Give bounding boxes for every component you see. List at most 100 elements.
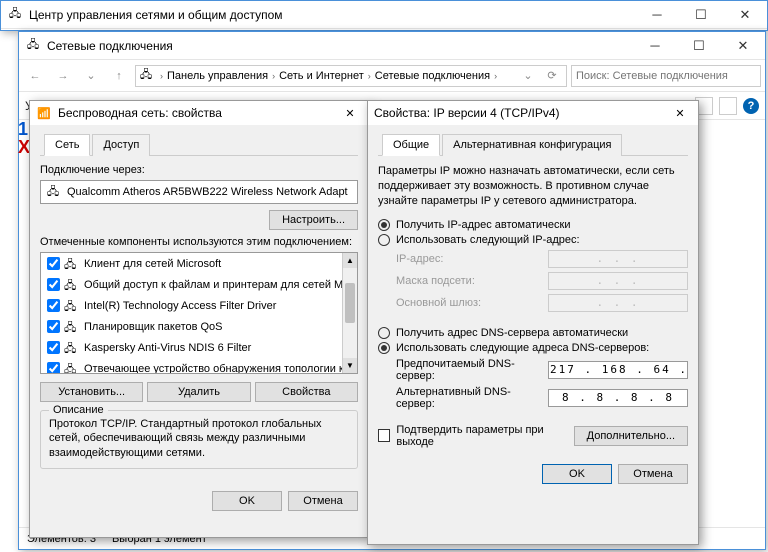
maximize-button[interactable]: ☐ — [679, 1, 723, 29]
component-label: Intel(R) Technology Access Filter Driver — [84, 300, 276, 312]
close-button[interactable]: ✕ — [332, 101, 368, 125]
component-icon: 🖧 — [64, 319, 80, 335]
advanced-button[interactable]: Дополнительно... — [574, 426, 688, 446]
forward-button[interactable]: → — [51, 64, 75, 88]
scroll-up-button[interactable]: ▲ — [343, 253, 357, 268]
component-label: Kaspersky Anti-Virus NDIS 6 Filter — [84, 342, 251, 354]
cancel-button[interactable]: Отмена — [618, 464, 688, 484]
component-icon: 🖧 — [64, 361, 80, 375]
validate-checkbox[interactable]: Подтвердить параметры при выходе — [378, 424, 574, 448]
tab-row: Общие Альтернативная конфигурация — [378, 133, 688, 156]
subnet-mask-label: Маска подсети: — [396, 275, 548, 287]
view-details-button[interactable] — [719, 97, 737, 115]
component-checkbox[interactable] — [47, 299, 60, 312]
titlebar: 🖧 Сетевые подключения ─ ☐ ✕ — [19, 32, 765, 60]
chevron-right-icon: › — [494, 71, 497, 81]
list-item[interactable]: 🖧 Клиент для сетей Microsoft — [41, 253, 357, 274]
dialog-title: Свойства: IP версии 4 (TCP/IPv4) — [374, 106, 662, 120]
crumb[interactable]: Сеть и Интернет — [275, 70, 368, 82]
close-button[interactable]: ✕ — [662, 101, 698, 125]
address-toolbar: ← → ⌄ ↑ 🖧 › Панель управления › Сеть и И… — [19, 60, 765, 92]
scrollbar[interactable]: ▲ ▼ — [342, 253, 357, 373]
alternate-dns-field[interactable] — [548, 389, 688, 407]
radio-ip-manual[interactable]: Использовать следующий IP-адрес: — [378, 234, 688, 246]
list-item[interactable]: 🖧 Kaspersky Anti-Virus NDIS 6 Filter — [41, 337, 357, 358]
adapter-name: Qualcomm Atheros AR5BWB222 Wireless Netw… — [67, 186, 348, 198]
ipv4-properties-dialog: Свойства: IP версии 4 (TCP/IPv4) ✕ Общие… — [367, 100, 699, 545]
scroll-thumb[interactable] — [345, 283, 355, 323]
network-center-window: 🖧 Центр управления сетями и общим доступ… — [0, 0, 768, 31]
up-button[interactable]: ↑ — [107, 64, 131, 88]
tab-access[interactable]: Доступ — [92, 134, 150, 156]
close-button[interactable]: ✕ — [721, 32, 765, 60]
wifi-icon: 📶 — [36, 105, 52, 121]
radio-dns-manual[interactable]: Использовать следующие адреса DNS-сервер… — [378, 342, 688, 354]
adapter-properties-dialog: 📶 Беспроводная сеть: свойства ✕ Сеть Дос… — [29, 100, 369, 538]
tab-network[interactable]: Сеть — [44, 134, 90, 156]
window-title: Сетевые подключения — [47, 39, 633, 53]
network-icon: 🖧 — [138, 68, 154, 84]
component-label: Клиент для сетей Microsoft — [84, 258, 221, 270]
radio-dot-icon — [378, 234, 390, 246]
ip-address-label: IP-адрес: — [396, 253, 548, 265]
close-button[interactable]: ✕ — [723, 1, 767, 29]
gateway-field: . . . — [548, 294, 688, 312]
adapter-icon: 🖧 — [45, 184, 61, 200]
remove-button[interactable]: Удалить — [147, 382, 250, 402]
list-item[interactable]: 🖧 Планировщик пакетов QoS — [41, 316, 357, 337]
list-item[interactable]: 🖧Общий доступ к файлам и принтерам для с… — [41, 274, 357, 295]
breadcrumb-bar[interactable]: 🖧 › Панель управления › Сеть и Интернет … — [135, 65, 567, 87]
minimize-button[interactable]: ─ — [633, 32, 677, 60]
crumb[interactable]: Панель управления — [163, 70, 272, 82]
dialog-titlebar: 📶 Беспроводная сеть: свойства ✕ — [30, 101, 368, 125]
list-item[interactable]: 🖧Intel(R) Technology Access Filter Drive… — [41, 295, 357, 316]
component-checkbox[interactable] — [47, 362, 60, 374]
component-checkbox[interactable] — [47, 278, 60, 291]
cancel-button[interactable]: Отмена — [288, 491, 358, 511]
radio-dns-auto[interactable]: Получить адрес DNS-сервера автоматически — [378, 327, 688, 339]
components-label: Отмеченные компоненты используются этим … — [40, 236, 358, 248]
tab-alt-config[interactable]: Альтернативная конфигурация — [442, 134, 622, 156]
radio-label: Получить IP-адрес автоматически — [396, 219, 570, 231]
ok-button[interactable]: OK — [212, 491, 282, 511]
history-dropdown[interactable]: ⌄ — [79, 64, 103, 88]
checkbox-icon — [378, 429, 390, 442]
components-list[interactable]: 🖧 Клиент для сетей Microsoft 🖧Общий доступ… — [40, 252, 358, 374]
description-text: Протокол TCP/IP. Стандартный протокол гл… — [49, 417, 349, 460]
scroll-down-button[interactable]: ▼ — [343, 358, 357, 373]
properties-button[interactable]: Свойства — [255, 382, 358, 402]
preferred-dns-field[interactable] — [548, 361, 688, 379]
minimize-button[interactable]: ─ — [635, 1, 679, 29]
gateway-label: Основной шлюз: — [396, 297, 548, 309]
component-icon: 🖧 — [64, 256, 80, 272]
network-icon: 🖧 — [7, 7, 23, 23]
ok-button[interactable]: OK — [542, 464, 612, 484]
dialog-titlebar: Свойства: IP версии 4 (TCP/IPv4) ✕ — [368, 101, 698, 125]
help-button[interactable]: ? — [743, 98, 759, 114]
install-button[interactable]: Установить... — [40, 382, 143, 402]
dialog-title: Беспроводная сеть: свойства — [58, 106, 332, 120]
maximize-button[interactable]: ☐ — [677, 32, 721, 60]
component-icon: 🖧 — [64, 340, 80, 356]
tab-general[interactable]: Общие — [382, 134, 440, 156]
list-item[interactable]: 🖧Отвечающее устройство обнаружения топол… — [41, 358, 357, 374]
description-group: Описание Протокол TCP/IP. Стандартный пр… — [40, 410, 358, 469]
radio-ip-auto[interactable]: Получить IP-адрес автоматически — [378, 219, 688, 231]
crumb[interactable]: Сетевые подключения — [371, 70, 494, 82]
radio-dot-icon — [378, 327, 390, 339]
component-checkbox[interactable] — [47, 341, 60, 354]
component-label: Планировщик пакетов QoS — [84, 321, 223, 333]
component-icon: 🖧 — [64, 277, 80, 293]
refresh-button[interactable]: ⟳ — [540, 64, 564, 88]
network-icon: 🖧 — [25, 38, 41, 54]
subnet-mask-field: . . . — [548, 272, 688, 290]
back-button[interactable]: ← — [23, 64, 47, 88]
radio-label: Получить адрес DNS-сервера автоматически — [396, 327, 628, 339]
component-checkbox[interactable] — [47, 257, 60, 270]
configure-button[interactable]: Настроить... — [269, 210, 358, 230]
tab-row: Сеть Доступ — [40, 133, 358, 156]
radio-label: Использовать следующий IP-адрес: — [396, 234, 580, 246]
dropdown-arrow-icon[interactable]: ⌄ — [516, 64, 540, 88]
search-input[interactable] — [571, 65, 761, 87]
component-checkbox[interactable] — [47, 320, 60, 333]
